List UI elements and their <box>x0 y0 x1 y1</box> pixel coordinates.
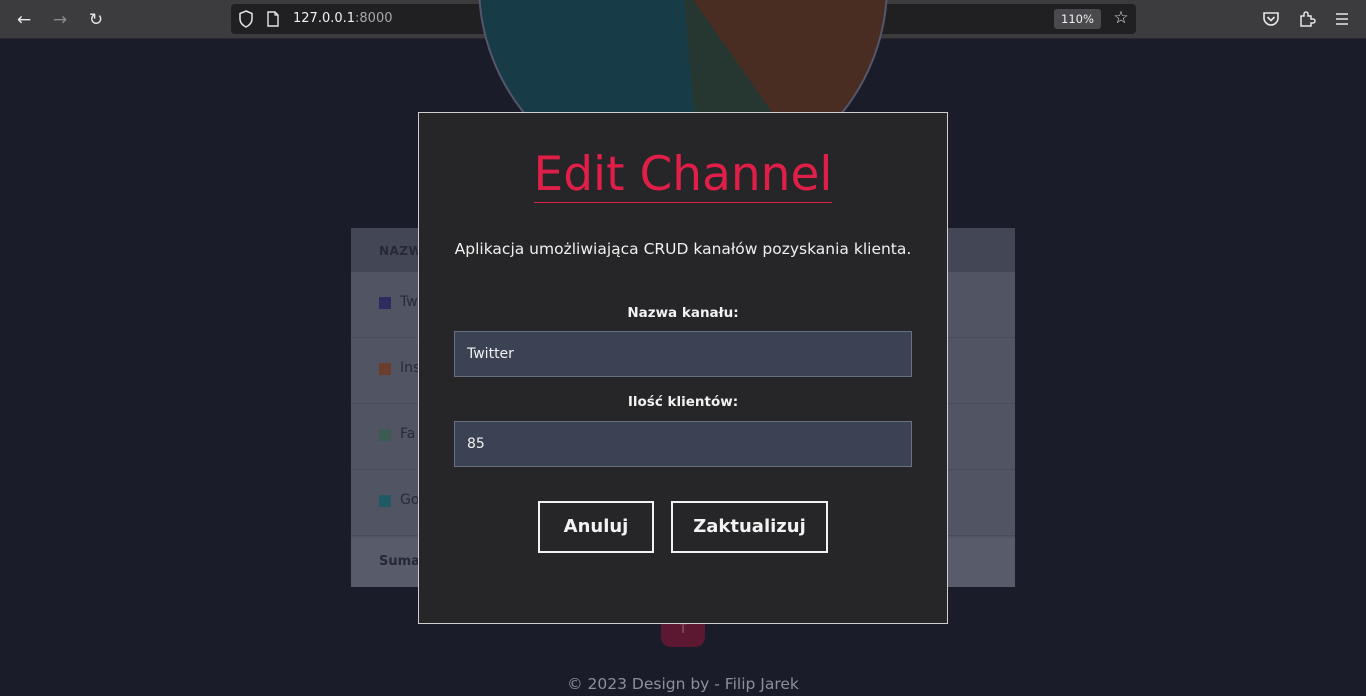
cancel-button[interactable]: Anuluj <box>538 501 654 553</box>
color-swatch <box>379 429 391 441</box>
back-icon[interactable]: ← <box>11 7 37 33</box>
url-host: 127.0.0.1 <box>293 11 356 26</box>
modal-description: Aplikacja umożliwiająca CRUD kanałów poz… <box>454 240 912 258</box>
url-port: :8000 <box>355 11 393 26</box>
update-button[interactable]: Zaktualizuj <box>671 501 828 553</box>
extensions-icon[interactable] <box>1295 7 1319 31</box>
color-swatch <box>379 495 391 507</box>
column-header-name: NAZW <box>379 244 423 258</box>
row-name: Fa <box>400 426 416 442</box>
row-name: Tw <box>400 294 418 310</box>
zoom-level-badge[interactable]: 110% <box>1054 9 1101 29</box>
menu-icon[interactable] <box>1330 7 1354 31</box>
client-count-input[interactable] <box>454 421 912 467</box>
channel-name-label: Nazwa kanału: <box>627 305 739 321</box>
edit-channel-modal: Edit Channel Aplikacja umożliwiająca CRU… <box>418 112 948 624</box>
reload-icon[interactable]: ↻ <box>83 7 109 33</box>
color-swatch <box>379 363 391 375</box>
page-footer: © 2023 Design by - Filip Jarek <box>567 675 799 693</box>
page-icon <box>267 11 279 27</box>
color-swatch <box>379 297 391 309</box>
pocket-icon[interactable] <box>1259 7 1283 31</box>
bookmark-star-icon[interactable]: ☆ <box>1110 7 1132 29</box>
forward-icon[interactable]: → <box>47 7 73 33</box>
url-text[interactable]: 127.0.0.1:8000 <box>293 11 393 26</box>
modal-title: Edit Channel <box>533 147 833 203</box>
channel-name-input[interactable] <box>454 331 912 377</box>
row-name: Go <box>400 492 420 508</box>
client-count-label: Ilość klientów: <box>627 394 739 410</box>
modal-title-wrap: Edit Channel <box>419 148 947 203</box>
shield-icon[interactable] <box>238 10 254 28</box>
sum-label: Suma <box>379 554 420 569</box>
